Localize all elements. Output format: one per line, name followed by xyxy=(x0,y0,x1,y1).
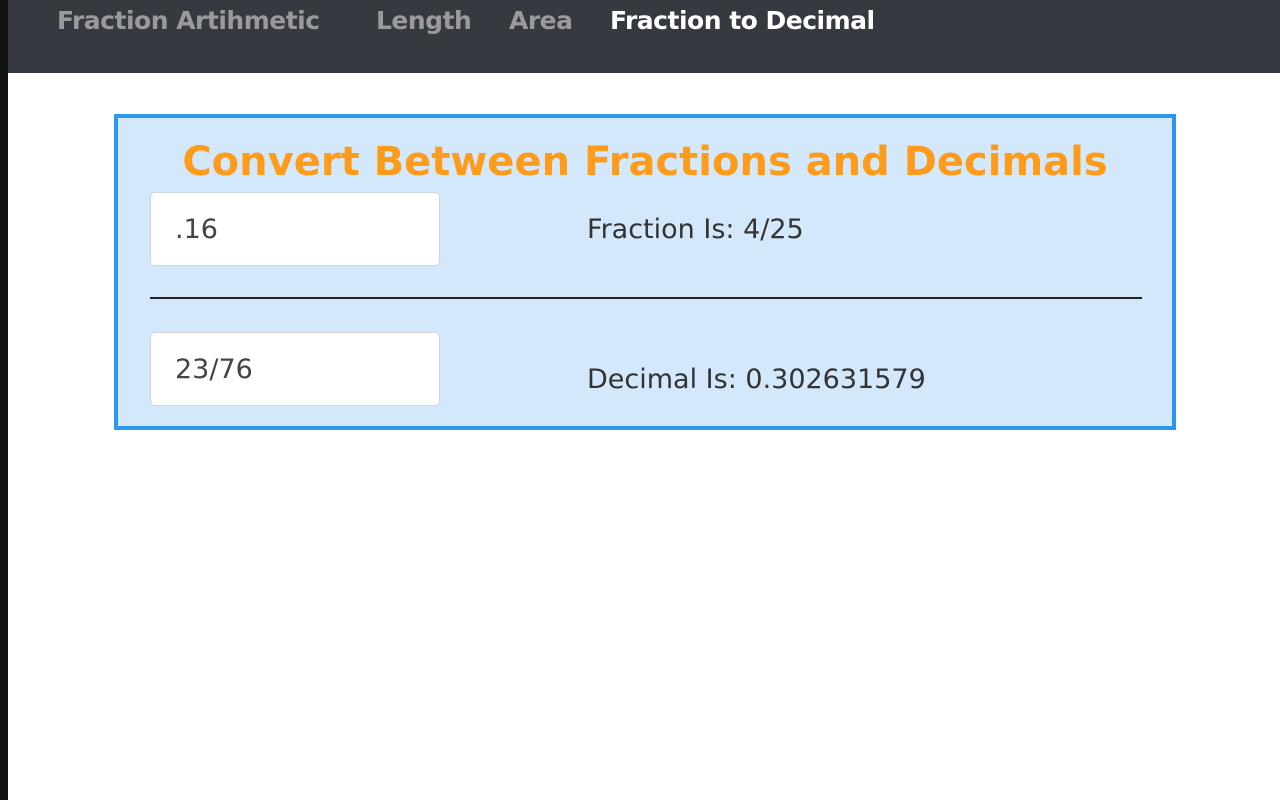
converter-title: Convert Between Fractions and Decimals xyxy=(182,139,1108,185)
decimal-input[interactable] xyxy=(150,192,440,266)
nav-link-fraction-to-decimal[interactable]: Fraction to Decimal xyxy=(610,4,875,38)
nav-link-fraction-arithmetic[interactable]: Fraction Artihmetic xyxy=(57,4,320,38)
section-divider xyxy=(150,297,1142,299)
fraction-input[interactable] xyxy=(150,332,440,406)
app-window: Fraction Artihmetic Length Area Fraction… xyxy=(0,0,1280,800)
nav-link-length[interactable]: Length xyxy=(376,4,472,38)
nav-link-area[interactable]: Area xyxy=(509,4,573,38)
fraction-result: Fraction Is: 4/25 xyxy=(587,214,804,245)
converter-panel: Convert Between Fractions and Decimals F… xyxy=(114,114,1176,430)
top-navbar: Fraction Artihmetic Length Area Fraction… xyxy=(8,0,1280,73)
decimal-result: Decimal Is: 0.302631579 xyxy=(587,364,926,395)
